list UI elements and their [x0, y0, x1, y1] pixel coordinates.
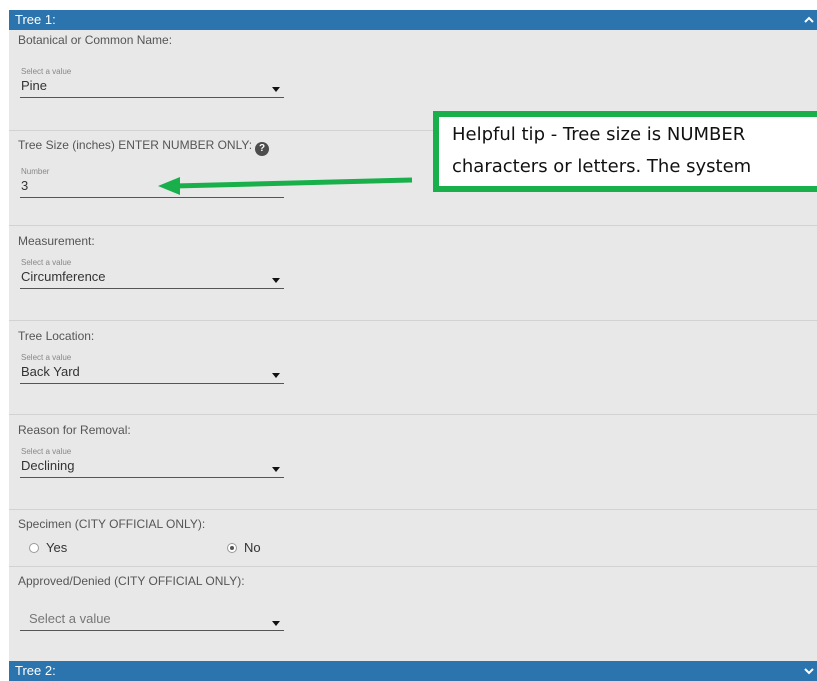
- tip-line-2: characters or letters. The system: [452, 156, 752, 177]
- reason-section: Reason for Removal: Select a value Decli…: [9, 415, 817, 510]
- measurement-label: Measurement:: [18, 234, 95, 248]
- specimen-no-label: No: [244, 540, 261, 555]
- specimen-yes-radio[interactable]: Yes: [29, 540, 67, 555]
- helpful-tip-callout: Helpful tip - Tree size is NUMBER charac…: [433, 111, 817, 192]
- approval-select-placeholder: Select a value: [29, 611, 111, 626]
- tree2-panel-header[interactable]: Tree 2:: [9, 661, 817, 681]
- location-label: Tree Location:: [18, 329, 95, 343]
- size-input-hint: Number: [21, 167, 50, 176]
- tree2-header-title: Tree 2:: [15, 663, 56, 678]
- reason-select-value: Declining: [21, 458, 75, 473]
- name-select-value: Pine: [21, 78, 48, 93]
- tree1-panel-header[interactable]: Tree 1:: [9, 10, 817, 30]
- location-select-value: Back Yard: [21, 364, 80, 379]
- tip-line-1: Helpful tip - Tree size is NUMBER: [452, 124, 746, 145]
- specimen-no-radio[interactable]: No: [227, 540, 261, 555]
- measurement-select-hint: Select a value: [21, 258, 72, 267]
- radio-checked-icon[interactable]: [227, 543, 237, 553]
- tree-removal-form: Tree 1: Botanical or Common Name: Select…: [0, 0, 817, 681]
- reason-select[interactable]: Select a value Declining: [20, 447, 284, 478]
- caret-down-icon: [272, 373, 280, 378]
- radio-unchecked-icon[interactable]: [29, 543, 39, 553]
- size-input-value: 3: [21, 178, 29, 193]
- specimen-label: Specimen (CITY OFFICIAL ONLY):: [18, 517, 206, 531]
- specimen-section: Specimen (CITY OFFICIAL ONLY): Yes No: [9, 510, 817, 567]
- location-select-hint: Select a value: [21, 353, 72, 362]
- location-select[interactable]: Select a value Back Yard: [20, 353, 284, 384]
- chevron-down-icon[interactable]: [803, 665, 815, 677]
- reason-select-hint: Select a value: [21, 447, 72, 456]
- measurement-select-value: Circumference: [21, 269, 106, 284]
- approval-label: Approved/Denied (CITY OFFICIAL ONLY):: [18, 574, 245, 588]
- specimen-yes-label: Yes: [46, 540, 68, 555]
- chevron-up-icon[interactable]: [803, 14, 815, 26]
- caret-down-icon: [272, 467, 280, 472]
- name-select-hint: Select a value: [21, 67, 72, 76]
- help-icon[interactable]: ?: [255, 142, 270, 156]
- caret-down-icon: [272, 278, 280, 283]
- measurement-section: Measurement: Select a value Circumferenc…: [9, 226, 817, 321]
- size-label-text: Tree Size (inches) ENTER NUMBER ONLY:: [18, 138, 253, 152]
- location-section: Tree Location: Select a value Back Yard: [9, 321, 817, 415]
- arrow-left-icon: [158, 177, 413, 195]
- caret-down-icon: [272, 87, 280, 92]
- approval-section: Approved/Denied (CITY OFFICIAL ONLY): Se…: [9, 567, 817, 661]
- tree1-header-title: Tree 1:: [15, 12, 56, 27]
- reason-label: Reason for Removal:: [18, 423, 131, 437]
- name-label: Botanical or Common Name:: [18, 33, 173, 47]
- approval-select[interactable]: Select a value: [20, 609, 284, 631]
- caret-down-icon: [272, 621, 280, 626]
- measurement-select[interactable]: Select a value Circumference: [20, 258, 284, 289]
- name-select[interactable]: Select a value Pine: [20, 67, 284, 98]
- size-label: Tree Size (inches) ENTER NUMBER ONLY:?: [18, 138, 270, 156]
